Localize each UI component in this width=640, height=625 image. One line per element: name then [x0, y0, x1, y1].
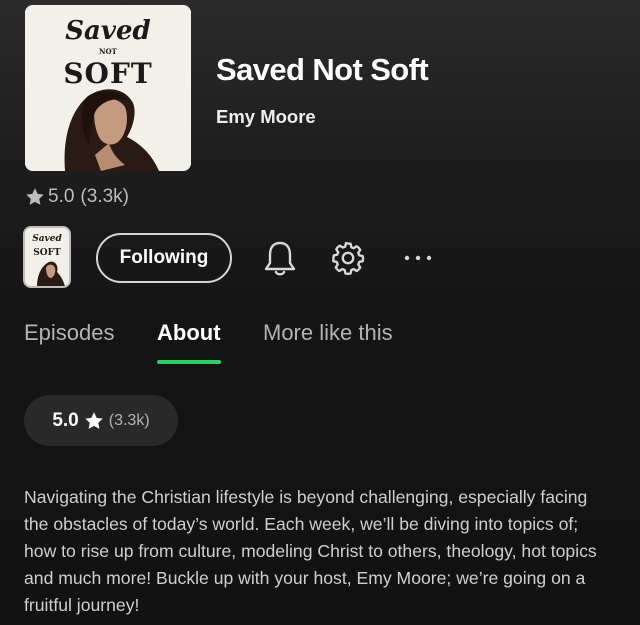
podcast-description: Navigating the Christian lifestyle is be… — [24, 487, 597, 615]
settings-button[interactable] — [328, 238, 368, 278]
podcast-title: Saved Not Soft — [216, 52, 429, 87]
mini-cover-thumbnail[interactable]: Saved SOFT — [23, 226, 71, 288]
bell-icon — [264, 241, 296, 276]
rating-value: 5.0 — [48, 186, 75, 207]
star-icon — [26, 188, 44, 205]
podcast-cover-art: Saved NOT SOFT — [25, 5, 191, 171]
active-tab-indicator — [157, 360, 221, 364]
rating-summary: 5.0 (3.3k) — [24, 186, 129, 208]
star-icon — [85, 411, 103, 429]
mini-cover-image: Saved SOFT — [25, 228, 69, 286]
more-options-icon — [404, 255, 432, 261]
tab-more-like-this[interactable]: More like this — [263, 320, 393, 346]
tab-episodes[interactable]: Episodes — [24, 320, 115, 346]
cover-title-saved: Saved — [65, 16, 150, 46]
rate-podcast-button[interactable]: 5.0 (3.3k) — [24, 395, 178, 446]
tab-about[interactable]: About — [157, 320, 221, 364]
gear-icon — [332, 241, 365, 276]
podcast-author[interactable]: Emy Moore — [216, 106, 316, 128]
cover-art-image: Saved NOT SOFT — [25, 5, 191, 171]
svg-text:SOFT: SOFT — [33, 248, 61, 258]
svg-text:Saved: Saved — [32, 234, 62, 244]
cover-title-not: NOT — [99, 47, 117, 56]
rating-count: (3.3k) — [80, 186, 129, 207]
rating-pill-count: (3.3k) — [108, 411, 150, 429]
rating-pill-value: 5.0 — [52, 409, 79, 431]
cover-title-soft: SOFT — [63, 57, 152, 90]
tab-about-label: About — [157, 320, 221, 345]
notifications-button[interactable] — [260, 238, 300, 278]
following-button[interactable]: Following — [96, 233, 232, 283]
more-options-button[interactable] — [396, 238, 440, 278]
